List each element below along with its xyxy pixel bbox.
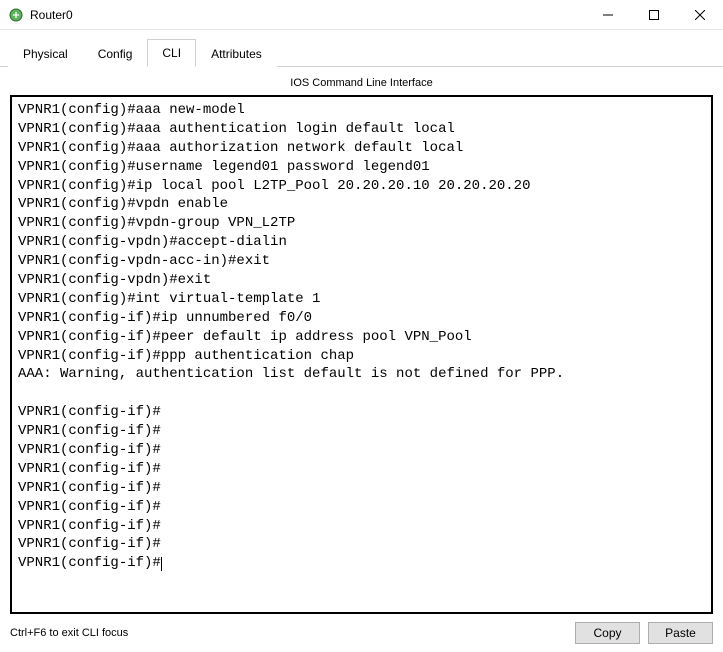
copy-button[interactable]: Copy xyxy=(575,622,640,644)
cli-terminal[interactable]: VPNR1(config)#aaa new-model VPNR1(config… xyxy=(10,95,713,614)
tab-config[interactable]: Config xyxy=(83,40,148,67)
title-bar: Router0 xyxy=(0,0,723,30)
tab-physical[interactable]: Physical xyxy=(8,40,83,67)
cli-buttons: Copy Paste xyxy=(575,622,713,644)
router-icon xyxy=(8,7,24,23)
cli-footer: Ctrl+F6 to exit CLI focus Copy Paste xyxy=(10,614,713,644)
tab-bar: Physical Config CLI Attributes xyxy=(0,30,723,67)
tab-cli[interactable]: CLI xyxy=(147,39,196,67)
cli-hint: Ctrl+F6 to exit CLI focus xyxy=(10,627,128,639)
paste-button[interactable]: Paste xyxy=(648,622,713,644)
cli-header: IOS Command Line Interface xyxy=(10,73,713,95)
window-controls xyxy=(585,0,723,30)
window-title: Router0 xyxy=(30,8,73,22)
minimize-button[interactable] xyxy=(585,0,631,30)
cli-cursor xyxy=(161,557,162,571)
close-button[interactable] xyxy=(677,0,723,30)
tab-attributes[interactable]: Attributes xyxy=(196,40,277,67)
cli-panel: IOS Command Line Interface VPNR1(config)… xyxy=(0,67,723,652)
maximize-button[interactable] xyxy=(631,0,677,30)
